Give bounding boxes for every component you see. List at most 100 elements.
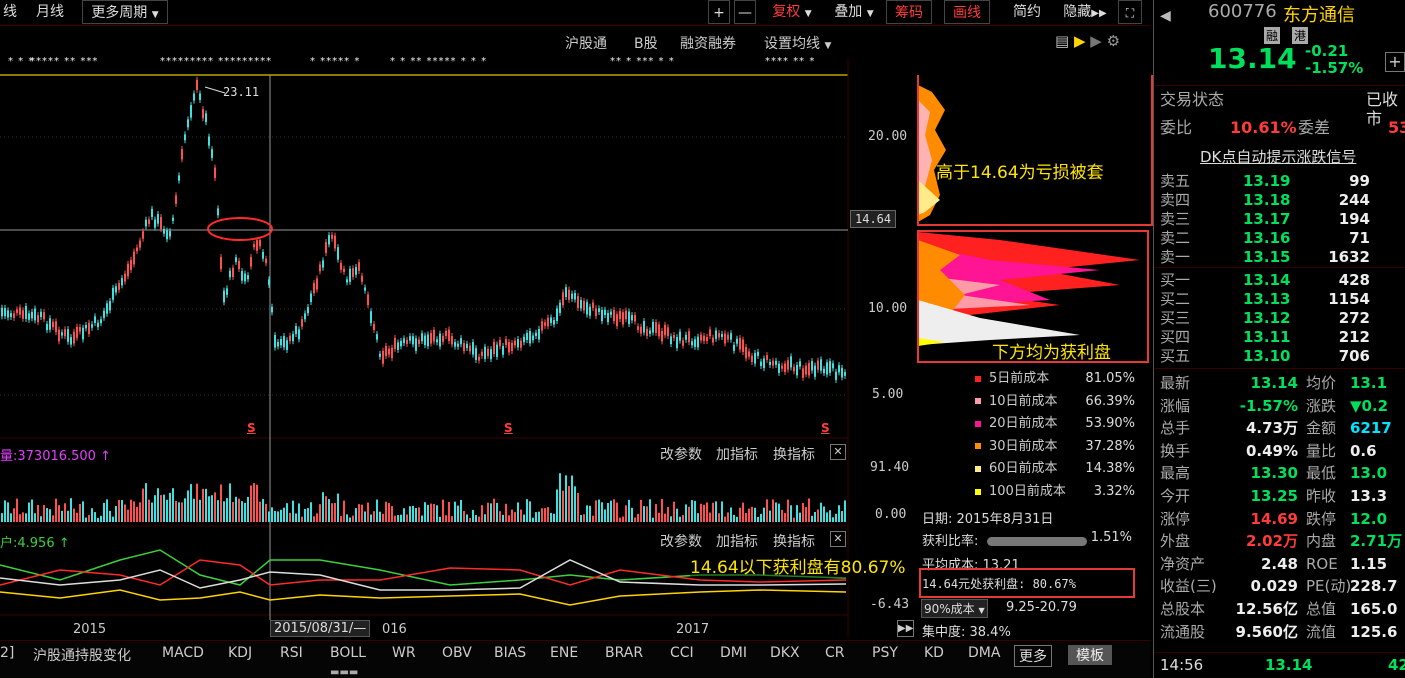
stat-key: 均价 (1306, 374, 1337, 392)
candle-body (52, 321, 54, 328)
overlay-button[interactable]: 叠加 ▼ (826, 0, 882, 24)
bshare-link[interactable]: B股 (634, 33, 658, 53)
volume-bar (172, 488, 174, 522)
indicator-switch-button[interactable]: 换指标 (773, 531, 815, 551)
volume-switch-button[interactable]: 换指标 (773, 444, 815, 464)
price-chart[interactable] (0, 58, 850, 638)
volume-bar (265, 503, 267, 522)
template-button[interactable]: 模板 (1068, 645, 1112, 665)
highlight-ellipse (207, 217, 273, 241)
candle-body (643, 321, 645, 333)
candle-body (148, 219, 150, 224)
ask-row[interactable]: 卖四 13.18 244 (1160, 191, 1405, 210)
volume-bar (418, 507, 420, 522)
indicator-add-button[interactable]: 加指标 (716, 531, 758, 551)
indicator-tab[interactable]: 沪股通持股变化 (33, 645, 131, 665)
collapse-arrow-icon[interactable]: ◀ (1160, 8, 1171, 24)
expand-icon[interactable]: ▶▶ (897, 620, 914, 637)
candle-body (61, 332, 63, 336)
indicator-tab[interactable]: KDJ (228, 645, 252, 661)
close-icon[interactable]: ✕ (830, 444, 846, 460)
indicator-tab[interactable]: MACD (162, 645, 204, 661)
indicator-tab[interactable]: BOLL (330, 645, 366, 661)
candle-body (376, 334, 378, 340)
volume-bar (163, 494, 165, 522)
volume-params-button[interactable]: 改参数 (660, 444, 702, 464)
volume-bar (706, 502, 708, 522)
ask-row[interactable]: 卖一 13.15 1632 (1160, 248, 1405, 267)
cost90-dropdown[interactable]: 90%成本 ▼ (921, 599, 988, 618)
indicator-tab[interactable]: CR (825, 645, 845, 661)
simple-button[interactable]: 简约 (1004, 0, 1050, 24)
indicator-tab[interactable]: CCI (670, 645, 694, 661)
candle-body (490, 349, 492, 360)
margin-link[interactable]: 融资融券 (680, 33, 736, 53)
indicator-tab[interactable]: DMA (968, 645, 1000, 661)
indicator-tab[interactable]: 2] (0, 645, 14, 661)
volume-bar (55, 498, 57, 522)
indicator-tab[interactable]: DMI (720, 645, 747, 661)
volume-add-button[interactable]: 加指标 (716, 444, 758, 464)
restore-rights-button[interactable]: 复权 ▼ (760, 0, 824, 24)
zoom-out-button[interactable]: — (734, 0, 756, 24)
indicator-tab[interactable]: BIAS (494, 645, 526, 661)
indicator-tab[interactable]: RSI (280, 645, 303, 661)
indicator-tab[interactable]: OBV (442, 645, 472, 661)
bid-row[interactable]: 买二 13.13 1154 (1160, 290, 1405, 309)
candle-body (448, 329, 450, 341)
dk-signal-link[interactable]: DK点自动提示涨跌信号 (1200, 146, 1356, 167)
volume-bar (604, 509, 606, 522)
candle-body (214, 167, 216, 178)
chip-distribution-icon[interactable]: ▤ (1055, 32, 1069, 50)
chip-legend-row: 20日前成本 53.90% (975, 413, 1135, 435)
volume-bar (601, 502, 603, 522)
bid-row[interactable]: 买五 13.10 706 (1160, 347, 1405, 366)
volume-bar (46, 508, 48, 522)
volume-bar (367, 502, 369, 522)
ask-row[interactable]: 卖二 13.16 71 (1160, 229, 1405, 248)
indicator-tab[interactable]: KD (924, 645, 944, 661)
indicator-tab[interactable]: DKX (770, 645, 800, 661)
chip-date: 日期: 2015年8月31日 (922, 512, 1054, 527)
hide-button[interactable]: 隐藏▶▶ (1058, 0, 1112, 24)
indicator-tab[interactable]: WR (392, 645, 416, 661)
volume-bar (226, 498, 228, 522)
candle-body (655, 322, 657, 333)
ask-row[interactable]: 卖五 13.19 99 (1160, 172, 1405, 191)
indicator-tab[interactable]: PSY (872, 645, 898, 661)
settings-icon[interactable]: ⚙ (1107, 32, 1120, 50)
close-icon[interactable]: ✕ (830, 531, 846, 547)
ask-row[interactable]: 卖三 13.17 194 (1160, 210, 1405, 229)
candle-body (238, 260, 240, 270)
fullscreen-icon[interactable]: ⛶ (1118, 0, 1142, 24)
chips-button[interactable]: 筹码 (886, 0, 932, 24)
add-watch-button[interactable]: + (1385, 52, 1405, 72)
step-icon[interactable]: ▶ (1090, 32, 1102, 50)
period-tab-partial[interactable]: 线 (0, 0, 20, 24)
set-ma-dropdown[interactable]: 设置均线 ▼ (764, 33, 831, 53)
bid-row[interactable]: 买一 13.14 428 (1160, 271, 1405, 290)
bid-price: 13.11 (1243, 328, 1291, 346)
weibi-row: 委比 10.61% 委差 53 (1160, 118, 1405, 137)
indicator-tab[interactable]: ENE (550, 645, 578, 661)
more-indicators-button[interactable]: 更多 (1014, 645, 1052, 667)
indicator-tab[interactable]: BRAR (605, 645, 643, 661)
volume-bar (415, 507, 417, 522)
bid-row[interactable]: 买四 13.11 212 (1160, 328, 1405, 347)
volume-bar (340, 516, 342, 522)
play-icon[interactable]: ▶ (1074, 32, 1086, 50)
monthly-tab[interactable]: 月线 (30, 0, 70, 24)
scroll-handle-icon[interactable]: ▬▬▬ (330, 667, 358, 678)
volume-bar (388, 502, 390, 522)
volume-bar (118, 499, 120, 522)
stat-key: 跌停 (1306, 509, 1337, 528)
stat-row: 总股本 12.56亿 总值 165.0 (1160, 598, 1405, 620)
more-periods-dropdown[interactable]: 更多周期 ▼ (82, 0, 168, 24)
indicator-params-button[interactable]: 改参数 (660, 531, 702, 551)
zoom-in-button[interactable]: + (708, 0, 730, 24)
bid-row[interactable]: 买三 13.12 272 (1160, 309, 1405, 328)
volume-bar (505, 503, 507, 522)
draw-line-button[interactable]: 画线 (944, 0, 990, 24)
hgt-link[interactable]: 沪股通 (565, 33, 607, 53)
candle-body (253, 244, 255, 248)
